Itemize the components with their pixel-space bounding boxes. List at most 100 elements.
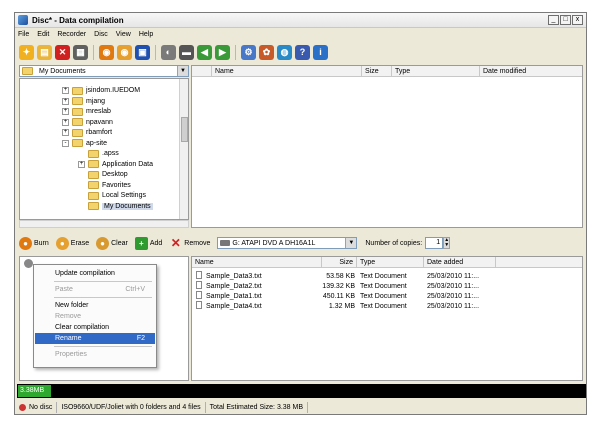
help-icon[interactable]: ? <box>295 44 310 60</box>
folder-icon <box>72 86 83 95</box>
menu-recorder[interactable]: Recorder <box>57 31 86 38</box>
tree-item-label: mjang <box>86 97 106 105</box>
collapse-icon[interactable]: - <box>62 139 69 147</box>
capacity-fill: 3.38MB <box>18 385 51 397</box>
context-menu-item-label: New folder <box>55 302 89 309</box>
context-menu-item[interactable]: Rename F2 <box>35 333 155 344</box>
drive-icon[interactable]: ▬ <box>179 44 194 60</box>
burn-label: Burn <box>34 239 49 247</box>
clear-button[interactable]: ● Clear <box>96 236 128 250</box>
folder-icon <box>88 160 99 168</box>
context-menu-item-label: Paste <box>55 286 73 293</box>
new-icon[interactable]: ✦ <box>19 44 34 60</box>
column-type[interactable]: Type <box>357 257 424 268</box>
erase-button[interactable]: ● Erase <box>55 236 89 250</box>
print-icon[interactable]: ▦ <box>73 44 88 60</box>
info-icon[interactable]: i <box>313 44 328 60</box>
column-type[interactable]: Type <box>392 66 480 77</box>
tree-item[interactable]: - ap-site <box>62 138 107 149</box>
tools-icon[interactable]: ✿ <box>259 44 274 60</box>
context-menu-item[interactable]: New folder <box>35 300 155 311</box>
burn-button[interactable]: ● Burn <box>19 236 49 250</box>
column-date[interactable]: Date modified <box>480 66 582 77</box>
expand-icon[interactable]: + <box>78 160 85 168</box>
menu-edit[interactable]: Edit <box>37 31 49 38</box>
column-size[interactable]: Size <box>362 66 392 77</box>
folder-icon <box>72 139 83 147</box>
back-icon[interactable]: ◀ <box>197 44 212 60</box>
file-date: 25/03/2010 11:... <box>427 303 480 310</box>
chevron-down-icon[interactable]: ▼ <box>177 66 188 76</box>
compilation-column-header: Name Size Type Date added <box>192 257 582 268</box>
menu-disc[interactable]: Disc <box>94 31 108 38</box>
context-menu-item[interactable]: Remove <box>35 311 155 322</box>
tree-item[interactable]: + rbamfort <box>62 127 112 138</box>
expand-icon[interactable]: + <box>62 108 69 115</box>
minimize-icon[interactable]: _ <box>548 15 559 25</box>
context-menu-item[interactable]: Paste Ctrl+V <box>35 284 155 295</box>
toolbar-separator <box>93 44 94 60</box>
tree-item[interactable]: Local Settings <box>78 190 146 201</box>
menu-separator <box>54 281 152 282</box>
column-date-added[interactable]: Date added <box>424 257 496 268</box>
checkbox-column[interactable] <box>192 66 212 77</box>
save-icon[interactable]: ▣ <box>135 44 150 60</box>
folder-icon <box>72 118 83 126</box>
drive-select-value: G: ATAPI DVD A DH16A1L <box>232 239 316 247</box>
delete-icon[interactable]: ✕ <box>55 44 70 60</box>
menu-view[interactable]: View <box>116 31 131 38</box>
text-file-icon <box>196 301 202 309</box>
column-name[interactable]: Name <box>212 66 362 77</box>
forward-icon[interactable]: ▶ <box>215 44 230 60</box>
tree-item[interactable]: Desktop <box>78 169 128 180</box>
drive-icon <box>220 240 231 246</box>
tree-item[interactable]: + npavann <box>62 117 113 128</box>
tree-item[interactable]: .apss <box>78 148 119 159</box>
tree-item[interactable]: + mreslab <box>62 106 111 117</box>
close-icon[interactable]: x <box>572 15 583 25</box>
table-row[interactable]: Sample_Data4.txt 1.32 MB Text Document 25/0… <box>192 301 582 312</box>
burn-icon[interactable]: ◉ <box>99 44 114 60</box>
drive-select[interactable]: G: ATAPI DVD A DH16A1L ▼ <box>217 237 358 249</box>
folder-icon <box>88 191 99 200</box>
capacity-label: 3.38MB <box>20 387 45 394</box>
remove-button[interactable]: ✕ Remove <box>169 236 211 250</box>
tree-item-label: mreslab <box>86 108 111 115</box>
context-menu-item[interactable]: Clear compilation <box>35 322 155 333</box>
disc-root-icon[interactable] <box>24 259 33 268</box>
folder-icon <box>88 149 99 158</box>
copies-input[interactable]: 1 <box>425 237 444 249</box>
erase-icon[interactable]: ◉ <box>117 44 132 60</box>
tree-item[interactable]: + mjang <box>62 96 105 107</box>
menu-help[interactable]: Help <box>139 31 153 38</box>
copies-stepper[interactable]: ▲ ▼ <box>443 237 451 249</box>
add-button[interactable]: + Add <box>134 236 162 250</box>
menu-file[interactable]: File <box>18 31 29 38</box>
open-folder-icon[interactable]: ▤ <box>37 44 52 60</box>
chevron-down-icon[interactable]: ▼ <box>345 238 357 248</box>
expand-icon[interactable]: + <box>62 118 69 126</box>
settings-icon[interactable]: ⚙ <box>241 44 256 60</box>
context-menu-item[interactable]: Update compilation <box>35 268 155 279</box>
path-combo[interactable]: My Documents ▼ <box>19 65 189 77</box>
copies-label: Number of copies: <box>365 239 423 247</box>
tree-item[interactable]: Favorites <box>78 180 131 191</box>
tree-vertical-scrollbar[interactable] <box>179 79 188 219</box>
scrollbar-thumb[interactable] <box>181 117 188 142</box>
main-toolbar: ✦ ▤ ✕ ▦ ◉ ◉ ▣ ◐ ▬ ◀ ▶ ⚙ ✿ ◍? i <box>15 41 586 63</box>
tree-item[interactable]: + Application Data <box>78 159 153 170</box>
column-name[interactable]: Name <box>192 257 322 268</box>
tree-item[interactable]: My Documents <box>78 201 153 212</box>
tree-item[interactable]: + jsindom.IUEDOM <box>62 85 140 96</box>
copy-disc-icon[interactable]: ◐ <box>161 44 176 60</box>
tree-item-label: Favorites <box>102 181 131 189</box>
expand-icon[interactable]: + <box>62 97 69 105</box>
tree-horizontal-scrollbar[interactable] <box>19 220 189 228</box>
globe-icon[interactable]: ◍ <box>277 44 292 60</box>
maximize-icon[interactable]: □ <box>560 15 571 25</box>
tree-item-label: Local Settings <box>102 192 146 199</box>
column-size[interactable]: Size <box>322 257 357 268</box>
expand-icon[interactable]: + <box>62 87 69 94</box>
context-menu-item[interactable]: Properties <box>35 349 155 360</box>
expand-icon[interactable]: + <box>62 129 69 136</box>
